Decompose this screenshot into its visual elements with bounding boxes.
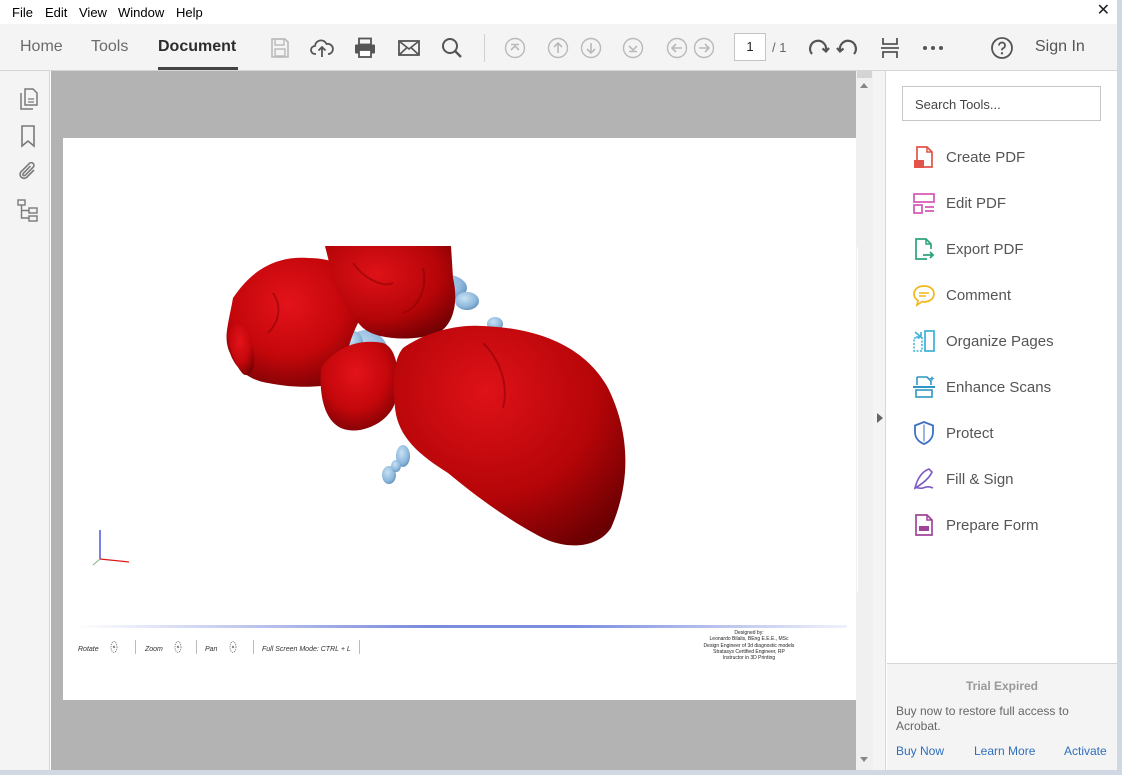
tool-label: Export PDF [946,241,1024,258]
active-tab-indicator [158,67,238,70]
more-icon[interactable] [921,36,945,60]
search-tools-input[interactable]: Search Tools... [902,86,1101,121]
scrollbar-thumb[interactable] [857,71,872,78]
tool-comment[interactable]: Comment [911,280,1111,310]
scroll-mode-icon[interactable] [878,36,902,60]
first-page-icon[interactable] [503,36,527,60]
tool-create-pdf[interactable]: Create PDF [911,142,1111,172]
tool-label: Prepare Form [946,517,1039,534]
prev-page-icon[interactable] [546,36,570,60]
tab-document[interactable]: Document [158,38,236,56]
forward-icon[interactable] [692,36,716,60]
attachment-icon[interactable] [16,160,40,184]
learn-more-link[interactable]: Learn More [974,744,1035,758]
menu-view[interactable]: View [79,5,107,20]
tool-edit-pdf[interactable]: Edit PDF [911,188,1111,218]
buy-now-link[interactable]: Buy Now [896,744,944,758]
tab-home[interactable]: Home [20,38,63,56]
tool-enhance-scans[interactable]: Enhance Scans [911,372,1111,402]
next-page-icon[interactable] [579,36,603,60]
tool-label: Enhance Scans [946,379,1052,396]
scroll-down-icon[interactable] [860,757,868,762]
control-separator [359,640,360,654]
pages-icon[interactable] [16,87,40,111]
zoom-control-icon[interactable] [171,640,185,654]
footer-gradient-line [77,625,847,628]
tool-label: Edit PDF [946,195,1007,212]
prepare-form-icon [915,514,933,536]
scroll-up-icon[interactable] [860,83,868,88]
toolbar-separator [484,34,485,62]
tool-export-pdf[interactable]: Export PDF [911,234,1111,264]
rotate-ccw-icon[interactable] [835,36,859,60]
help-icon[interactable] [990,36,1014,60]
menu-help[interactable]: Help [176,5,203,20]
last-page-icon[interactable] [621,36,645,60]
organize-pages-icon [913,330,935,352]
trial-title: Trial Expired [965,679,1039,693]
fullscreen-label: Full Screen Mode: CTRL + L [262,646,351,653]
rotate-label: Rotate [78,646,99,653]
collapse-right-arrow-icon[interactable] [877,413,883,423]
enhance-scans-icon [913,376,935,398]
protect-icon [914,421,934,445]
print-icon[interactable] [353,36,377,60]
tools-pane: Search Tools... Create PDF Edit PDF Expo… [887,71,1117,770]
designer-credits: Designed by: Leonardo Bilalis, BEng E.E.… [674,630,824,661]
control-separator [253,640,254,654]
sign-in-button[interactable]: Sign In [1035,38,1085,56]
left-rail [0,71,50,770]
scrollbar-track [857,247,858,592]
panel-divider [873,71,886,770]
tool-label: Comment [946,287,1012,304]
comment-icon [913,285,935,307]
control-separator [196,640,197,654]
3d-heart-model[interactable] [63,138,856,618]
menu-edit[interactable]: Edit [45,5,67,20]
tool-organize-pages[interactable]: Organize Pages [911,326,1111,356]
search-icon[interactable] [440,36,464,60]
zoom-label: Zoom [145,646,163,653]
close-icon[interactable]: ✕ [1097,3,1110,19]
bookmark-icon[interactable] [16,124,40,148]
export-pdf-icon [915,238,935,260]
back-icon[interactable] [665,36,689,60]
pan-control-icon[interactable] [226,640,240,654]
vertical-scrollbar[interactable] [856,71,873,770]
document-viewport[interactable]: Rotate Zoom Pan Full Screen Mode: CTRL +… [51,71,856,770]
menu-file[interactable]: File [12,5,33,20]
pdf-page[interactable]: Rotate Zoom Pan Full Screen Mode: CTRL +… [63,138,856,700]
fill-sign-icon [913,468,934,490]
rotate-control-icon[interactable] [107,640,121,654]
tool-label: Fill & Sign [946,471,1014,488]
rotate-cw-icon[interactable] [807,36,831,60]
save-icon[interactable] [268,36,292,60]
credit-line: Instructor in 3D Printing [722,655,776,662]
page-total: / 1 [772,40,787,55]
tool-prepare-form[interactable]: Prepare Form [911,510,1111,540]
structure-icon[interactable] [16,198,40,222]
pan-label: Pan [205,646,218,653]
page-number-input[interactable]: 1 [734,33,766,61]
tab-tools[interactable]: Tools [91,38,128,56]
tool-label: Protect [946,425,994,442]
control-separator [135,640,136,654]
create-pdf-icon [914,146,933,168]
menu-window[interactable]: Window [118,5,164,20]
upload-icon[interactable] [310,36,334,60]
tool-fill-sign[interactable]: Fill & Sign [911,464,1111,494]
activate-link[interactable]: Activate [1064,744,1107,758]
trial-expired-panel: Trial Expired Buy now to restore full ac… [887,663,1117,770]
tool-protect[interactable]: Protect [911,418,1111,448]
email-icon[interactable] [397,36,421,60]
acrobat-window: File Edit View Window Help ✕ Home Tools … [0,0,1117,770]
menu-bar: File Edit View Window Help ✕ [0,0,1117,24]
tool-label: Organize Pages [946,333,1054,350]
tool-label: Create PDF [946,149,1026,166]
trial-message: Buy now to restore full access to Acroba… [896,704,1069,733]
edit-pdf-icon [913,193,935,214]
main-toolbar: Home Tools Document 1 / 1 Sign In [0,24,1117,71]
